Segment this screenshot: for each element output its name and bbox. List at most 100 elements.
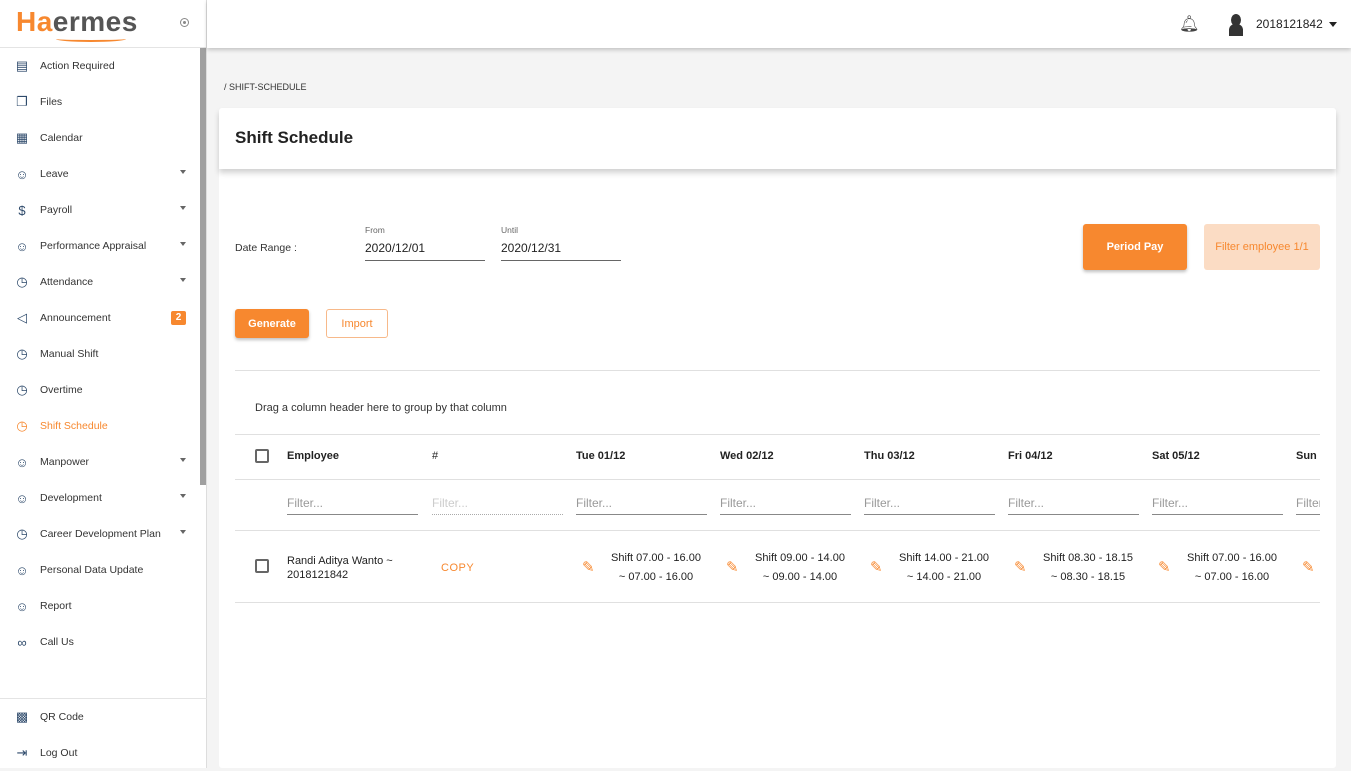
shift-time: ~ 08.30 - 18.15 <box>1050 571 1126 583</box>
column-filter-input[interactable]: Filter... <box>720 496 851 515</box>
chevron-down-icon[interactable] <box>180 278 186 282</box>
shift-name: Shift 07.00 - 16.00 <box>1187 552 1277 564</box>
column-filter-input[interactable]: Filter... <box>1008 496 1139 515</box>
sidebar-item-development[interactable]: ☺ Development <box>0 480 200 516</box>
select-all-checkbox[interactable] <box>255 449 269 463</box>
logo[interactable]: Haermes <box>0 0 206 48</box>
chevron-down-icon[interactable] <box>180 494 186 498</box>
sidebar-scrollbar[interactable] <box>200 48 206 485</box>
bell-icon[interactable]: 🔔︎ <box>1179 14 1199 34</box>
column-header[interactable]: Wed 02/12 <box>720 450 774 462</box>
career-icon: ◷ <box>16 526 28 541</box>
divider <box>235 479 1320 480</box>
pencil-icon[interactable]: ✎ <box>1302 558 1315 576</box>
sidebar-item-files[interactable]: ❐ Files <box>0 84 200 120</box>
shift-time: ~ 07.00 - 16.00 <box>618 571 694 583</box>
notification-badge: 2 <box>171 311 186 325</box>
breadcrumb[interactable]: / SHIFT-SCHEDULE <box>224 82 307 92</box>
chevron-down-icon[interactable] <box>180 458 186 462</box>
until-date-input[interactable]: 2020/12/31 <box>501 241 621 261</box>
column-header[interactable]: Fri 04/12 <box>1008 450 1053 462</box>
from-date-input[interactable]: 2020/12/01 <box>365 241 485 261</box>
sidebar: Haermes ▤ Action Required ❐ Files ▦ Calendar ☺… <box>0 0 207 768</box>
shift-cell[interactable]: Shift 07.00 - 16.00 ~ 07.00 - 16.00 <box>586 549 726 587</box>
row-checkbox[interactable] <box>255 559 269 573</box>
sidebar-item-career-development-plan[interactable]: ◷ Career Development Plan <box>0 516 200 552</box>
sidebar-item-payroll[interactable]: $ Payroll <box>0 192 200 228</box>
sidebar-item-report[interactable]: ☺ Report <box>0 588 200 624</box>
leave-icon: ☺ <box>15 166 29 182</box>
action-required-icon: ▤ <box>15 58 29 73</box>
sidebar-item-qr-code[interactable]: ▩ QR Code <box>0 699 200 735</box>
column-header[interactable]: Sun 06/12 <box>1296 450 1320 462</box>
logo-swoosh <box>56 36 126 42</box>
sidebar-item-personal-data-update[interactable]: ☺ Personal Data Update <box>0 552 200 588</box>
group-by-panel[interactable]: Drag a column header here to group by th… <box>255 402 507 414</box>
divider <box>235 530 1320 531</box>
avatar[interactable] <box>1229 14 1243 36</box>
shift-cell[interactable]: Shift 08.30 - 18.15 ~ 08.30 - 18.15 <box>1018 549 1158 587</box>
copy-button[interactable]: COPY <box>441 562 474 574</box>
sidebar-item-call-us[interactable]: ∞ Call Us <box>0 624 200 660</box>
column-filter-input[interactable]: Filter... <box>576 496 707 515</box>
shift-time: ~ 07.00 - 16.00 <box>1194 571 1270 583</box>
sidebar-item-label: Development <box>40 492 102 504</box>
sidebar-item-label: Manual Shift <box>40 348 99 360</box>
column-filter-input[interactable]: Filter... <box>1296 496 1320 515</box>
sidebar-item-label: Performance Appraisal <box>40 240 147 252</box>
files-icon: ❐ <box>16 94 28 109</box>
employee-id: 2018121842 <box>287 569 349 581</box>
chevron-down-icon[interactable] <box>180 206 186 210</box>
sidebar-item-attendance[interactable]: ◷ Attendance <box>0 264 200 300</box>
sidebar-item-label: Action Required <box>40 60 115 72</box>
column-filter-input[interactable]: Filter... <box>864 496 995 515</box>
sidebar-item-log-out[interactable]: ⇥ Log Out <box>0 735 200 771</box>
shift-time: ~ 14.00 - 21.00 <box>906 571 982 583</box>
shift-cell[interactable]: Shift 09.00 - 14.00 ~ 09.00 - 14.00 <box>730 549 870 587</box>
column-header[interactable]: Employee <box>287 450 339 462</box>
column-header[interactable]: Sat 05/12 <box>1152 450 1200 462</box>
sidebar-item-label: Payroll <box>40 204 73 216</box>
sidebar-item-label: Manpower <box>40 456 90 468</box>
filter-employee-button[interactable]: Filter employee 1/1 <box>1204 224 1320 270</box>
logo-text: Haermes <box>16 6 138 37</box>
sidebar-item-manual-shift[interactable]: ◷ Manual Shift <box>0 336 200 372</box>
column-header[interactable]: Tue 01/12 <box>576 450 625 462</box>
chevron-down-icon[interactable] <box>180 170 186 174</box>
chevron-down-icon[interactable] <box>180 530 186 534</box>
employee-name: Randi Aditya Wanto ~ <box>287 555 393 567</box>
shift-cell[interactable]: Shift 14.00 - 21.00 ~ 14.00 - 21.00 <box>874 549 1014 587</box>
sidebar-item-action-required[interactable]: ▤ Action Required <box>0 48 200 84</box>
sidebar-item-shift-schedule[interactable]: ◷ Shift Schedule <box>0 408 200 444</box>
money-bag-icon: $ <box>18 202 26 218</box>
period-pay-button[interactable]: Period Pay <box>1083 224 1187 270</box>
column-header[interactable]: # <box>432 450 438 462</box>
sidebar-item-overtime[interactable]: ◷ Overtime <box>0 372 200 408</box>
shift-name: Shift 14.00 - 21.00 <box>899 552 989 564</box>
calendar-icon: ▦ <box>15 130 29 145</box>
import-button[interactable]: Import <box>326 309 388 338</box>
report-icon: ☺ <box>15 598 29 614</box>
column-filter-input[interactable]: Filter... <box>1152 496 1283 515</box>
user-menu[interactable]: 2018121842 <box>1256 17 1323 31</box>
chevron-down-icon[interactable] <box>180 242 186 246</box>
sidebar-item-label: Attendance <box>40 276 94 288</box>
sidebar-item-announcement[interactable]: ◁ Announcement 2 <box>0 300 200 336</box>
column-header[interactable]: Thu 03/12 <box>864 450 915 462</box>
link-icon: ∞ <box>17 634 27 650</box>
sidebar-item-leave[interactable]: ☺ Leave <box>0 156 200 192</box>
pin-sidebar-icon[interactable] <box>180 18 189 27</box>
generate-button[interactable]: Generate <box>235 309 309 338</box>
sidebar-item-label: Leave <box>40 168 69 180</box>
chevron-down-icon[interactable] <box>1329 22 1337 27</box>
sidebar-item-manpower[interactable]: ☺ Manpower <box>0 444 200 480</box>
sidebar-item-performance-appraisal[interactable]: ☺ Performance Appraisal <box>0 228 200 264</box>
shift-time: ~ 09.00 - 14.00 <box>762 571 838 583</box>
column-filter-input[interactable]: Filter... <box>432 496 563 515</box>
shift-cell[interactable]: Shift 07.00 - 16.00 ~ 07.00 - 16.00 <box>1162 549 1302 587</box>
development-icon: ☺ <box>15 490 29 506</box>
sidebar-item-label: Calendar <box>40 132 83 144</box>
shift-name: Shift 09.00 - 14.00 <box>755 552 845 564</box>
sidebar-item-calendar[interactable]: ▦ Calendar <box>0 120 200 156</box>
column-filter-input[interactable]: Filter... <box>287 496 418 515</box>
